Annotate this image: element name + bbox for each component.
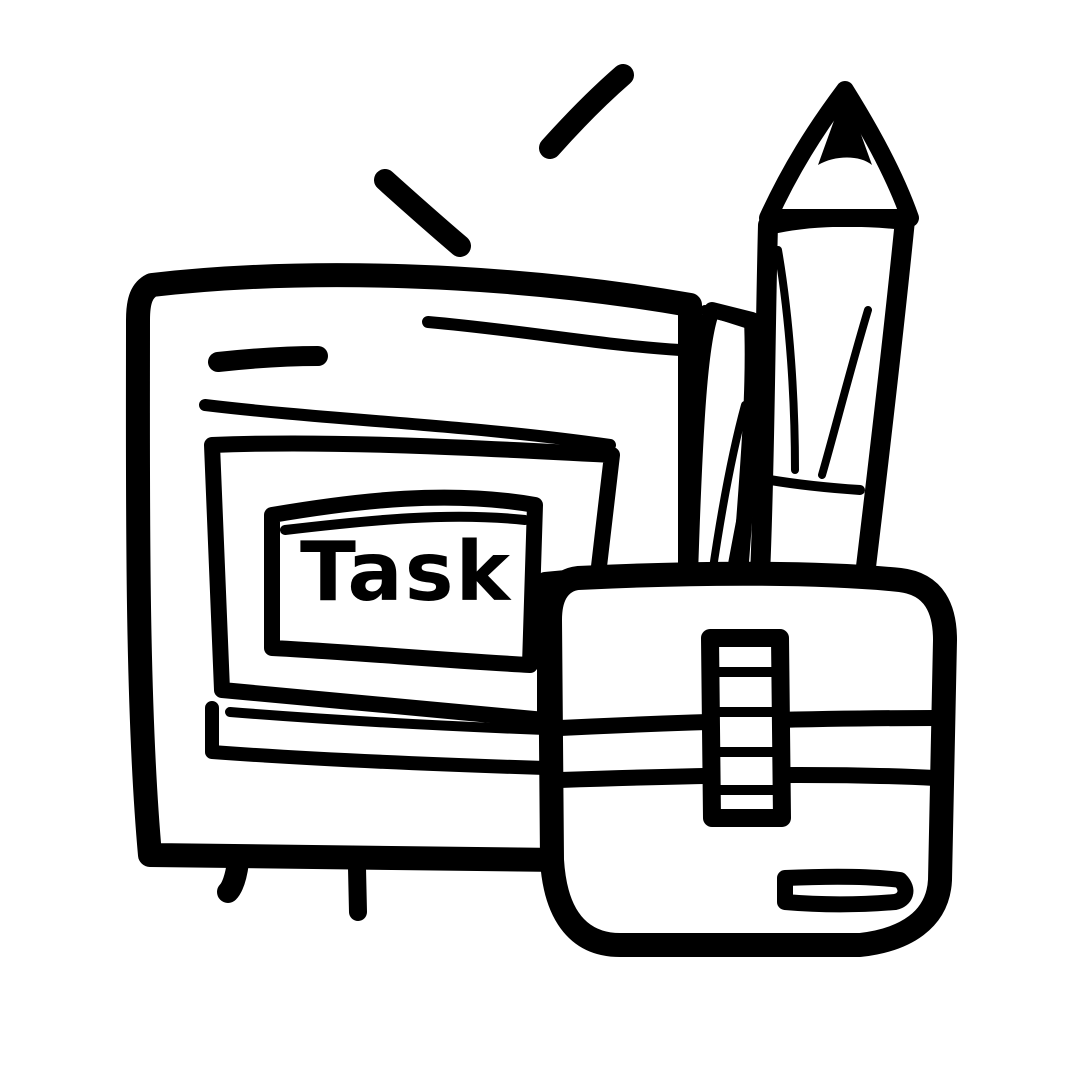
task-illustration: Task	[0, 0, 1080, 1080]
pencil-icon	[682, 81, 919, 585]
task-illustration-svg: Task	[125, 64, 957, 957]
task-label: Task	[300, 525, 513, 620]
motion-lines-icon	[374, 64, 634, 257]
pencil-case-icon	[538, 561, 957, 957]
